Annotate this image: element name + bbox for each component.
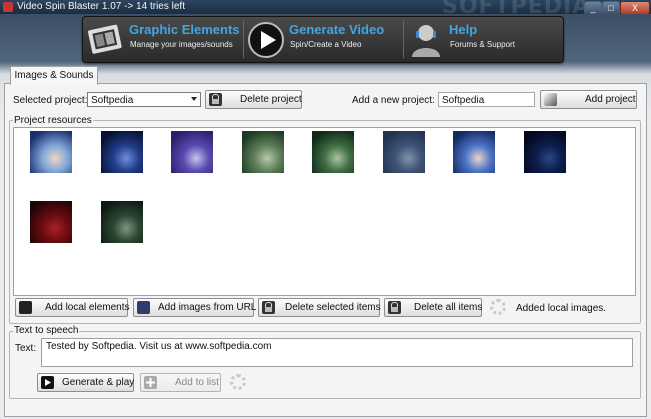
app-icon: [3, 2, 13, 12]
lock-icon: [262, 301, 275, 314]
resources-list[interactable]: [13, 127, 636, 296]
button-label: Generate & play: [62, 377, 135, 388]
maximize-button[interactable]: □: [602, 1, 620, 15]
text-label: Text:: [15, 343, 37, 354]
nav-title: Graphic Elements: [129, 22, 240, 37]
delete-project-button[interactable]: Delete project: [205, 90, 302, 109]
button-label: Add local elements: [45, 302, 130, 313]
image-purple-fantasy[interactable]: [171, 131, 213, 173]
image-dark-blue-text[interactable]: [523, 131, 566, 173]
image-green-forest-2[interactable]: [312, 131, 354, 173]
nav-title: Help: [449, 22, 478, 37]
nav-generate-video[interactable]: Generate Video Spin/Create a Video: [243, 17, 403, 62]
loading-spinner-icon: [490, 299, 506, 315]
add-project-button[interactable]: Add project: [540, 90, 637, 109]
tts-text-input[interactable]: Tested by Softpedia. Visit us at www.sof…: [41, 338, 633, 367]
add-icon: [144, 376, 157, 389]
add-to-list-button[interactable]: Add to list: [140, 373, 221, 392]
delete-all-items-button[interactable]: Delete all items: [384, 298, 482, 317]
button-label: Add to list: [175, 377, 219, 388]
button-label: Delete project: [240, 94, 302, 105]
image-softpedia-logo[interactable]: [382, 131, 425, 173]
selected-project-label: Selected project:: [13, 95, 88, 106]
text-to-speech-title: Text to speech: [13, 325, 80, 336]
button-label: Delete all items: [414, 302, 483, 313]
add-images-from-url-button[interactable]: Add images from URL: [133, 298, 257, 317]
loading-spinner-icon: [230, 374, 246, 390]
new-project-input[interactable]: Softpedia: [438, 92, 535, 107]
project-select[interactable]: Softpedia: [87, 92, 201, 107]
image-blue-fairy-2[interactable]: [100, 131, 143, 173]
image-green-forest-1[interactable]: [241, 131, 284, 173]
play-icon: [41, 376, 54, 389]
close-button[interactable]: X: [620, 1, 650, 15]
add-project-label: Add a new project:: [352, 95, 435, 106]
support-user-icon: [412, 25, 440, 57]
minimize-button[interactable]: _: [584, 1, 602, 15]
title-bar: Video Spin Blaster 1.07 -> 14 tries left…: [0, 0, 651, 19]
status-text: Added local images.: [516, 303, 607, 314]
nav-help[interactable]: Help Forums & Support: [403, 17, 563, 62]
nav-graphic-elements[interactable]: Graphic Elements Manage your images/soun…: [83, 17, 243, 62]
image-dark-forest[interactable]: [100, 201, 143, 243]
nav-title: Generate Video: [289, 22, 385, 37]
nav-subtitle: Manage your images/sounds: [130, 40, 233, 49]
project-select-value: Softpedia: [91, 95, 134, 106]
film-strip-icon: [137, 301, 150, 314]
button-label: Delete selected items: [285, 302, 381, 313]
button-label: Add images from URL: [158, 302, 257, 313]
image-blue-fairy-3[interactable]: [453, 131, 495, 173]
film-strip-icon: [19, 301, 32, 314]
nav-subtitle: Spin/Create a Video: [290, 40, 362, 49]
image-red-dark[interactable]: [30, 201, 72, 243]
nav-subtitle: Forums & Support: [450, 40, 515, 49]
chevron-down-icon: [191, 97, 197, 101]
film-strip-icon: [88, 24, 122, 54]
generate-and-play-button[interactable]: Generate & play: [37, 373, 134, 392]
image-blue-fairy-1[interactable]: [30, 131, 72, 173]
button-label: Add project: [585, 94, 636, 105]
project-resources-title: Project resources: [13, 115, 93, 126]
lock-icon: [209, 93, 222, 106]
main-toolbar: Graphic Elements Manage your images/soun…: [82, 16, 564, 63]
delete-selected-items-button[interactable]: Delete selected items: [258, 298, 381, 317]
add-local-elements-button[interactable]: Add local elements: [15, 298, 130, 317]
lock-icon: [388, 301, 401, 314]
add-document-icon: [544, 93, 557, 106]
tab-images-sounds[interactable]: Images & Sounds: [10, 66, 98, 85]
window-title: Video Spin Blaster 1.07 -> 14 tries left: [17, 1, 185, 12]
play-icon: [248, 22, 284, 58]
